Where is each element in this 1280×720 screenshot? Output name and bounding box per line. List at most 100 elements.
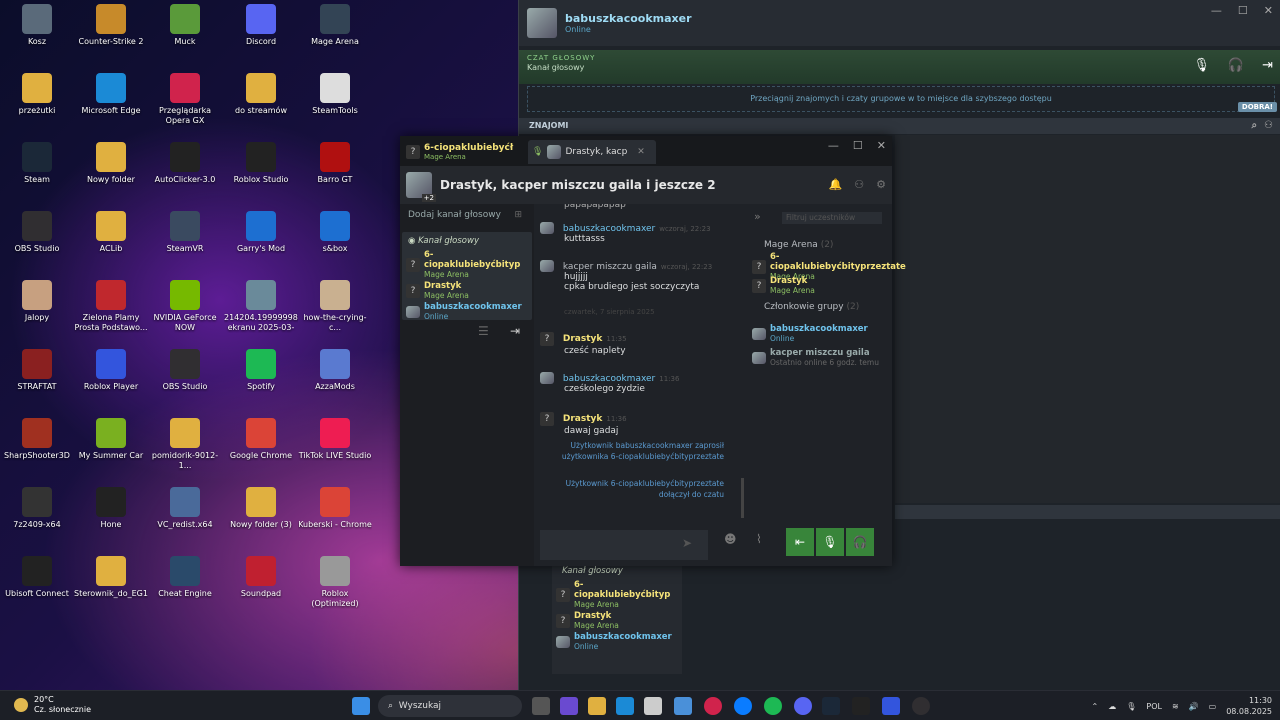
desktop-icon[interactable]: Discord [224,0,298,47]
add-voice-channel[interactable]: Dodaj kanał głosowy ⊞ [408,210,532,220]
maximize-icon[interactable]: ☐ [1238,4,1248,17]
opera-gx-icon[interactable] [704,697,722,715]
message-author[interactable]: Drastyk [563,334,603,344]
desktop-icon[interactable]: Sterownik_do_EG1... [74,552,148,599]
leave-voice-button[interactable]: ⇤ [786,528,814,556]
favorites-dropzone[interactable]: Przeciągnij znajomych i czaty grupowe w … [527,86,1275,112]
scrollbar[interactable] [741,478,744,518]
headphones-icon[interactable]: 🎧 [1228,58,1244,73]
leave-channel-icon[interactable]: ⇥ [510,324,520,338]
friends-section-header[interactable]: ZNAJOMI ⌕ ⚇ [519,118,1280,134]
tab-group-chat[interactable]: 🎙 Drastyk, kacp ✕ [528,140,656,164]
desktop-icon[interactable]: VC_redist.x64 [148,483,222,530]
desktop-icon[interactable]: STRAFTAT [0,345,74,392]
desktop-icon[interactable]: s&box [298,207,372,254]
member-item[interactable]: babuszkacookmaxer Online [752,324,892,343]
desktop-icon[interactable]: Ubisoft Connect [0,552,74,599]
wifi-icon[interactable]: ≋ [1172,702,1179,711]
desktop-icon[interactable]: SharpShooter3D [0,414,74,461]
language-indicator[interactable]: POL [1146,702,1162,711]
desktop-icon[interactable]: OBS Studio [148,345,222,392]
mail-icon[interactable] [674,697,692,715]
taskbar-search[interactable]: ⌕ Wyszukaj [378,695,522,717]
add-friend-icon[interactable]: ⚇ [1264,120,1273,131]
desktop-icon[interactable]: NVIDIA GeForce NOW [148,276,222,333]
desktop-icon[interactable]: Soundpad [224,552,298,599]
close-tab-icon[interactable]: ✕ [637,147,645,157]
desktop-icon[interactable]: Nowy folder [74,138,148,185]
desktop-icon[interactable]: 7z2409-x64 [0,483,74,530]
desktop-icon[interactable]: Kosz [0,0,74,47]
desktop-icon[interactable]: Muck [148,0,222,47]
collapse-icon[interactable]: » [754,210,761,223]
desktop-icon[interactable]: Przeglądarka Opera GX [148,69,222,126]
clock[interactable]: 11:30 08.08.2025 [1226,695,1272,717]
weather-widget[interactable]: 20°C Cz. słonecznie [14,695,91,715]
desktop-icon[interactable]: how-the-crying-c... [298,276,372,333]
desktop-icon[interactable]: Google Chrome [224,414,298,461]
desktop-icon[interactable]: Cheat Engine [148,552,222,599]
desktop-icon[interactable]: Garry's Mod [224,207,298,254]
message-author[interactable]: Drastyk [563,414,603,424]
maximize-icon[interactable]: ☐ [853,139,863,152]
voice-channel-box[interactable]: ◉ Kanał głosowy ? 6-ciopaklubiebyćbityp Ma… [402,232,532,321]
desktop-icon[interactable]: My Summer Car [74,414,148,461]
desktop-icon[interactable]: Nowy folder (3) [224,483,298,530]
messenger-icon[interactable] [734,697,752,715]
member-item[interactable]: babuszkacookmaxer Online [556,632,678,651]
member-item[interactable]: ? Drastyk Mage Arena [406,281,528,300]
obs-icon[interactable] [912,697,930,715]
desktop-icon[interactable]: AzzaMods [298,345,372,392]
message-author[interactable]: babuszkacookmaxer [563,374,655,384]
copilot-icon[interactable] [560,697,578,715]
edge-icon[interactable] [616,697,634,715]
close-icon[interactable]: ✕ [1264,4,1273,17]
battery-icon[interactable]: ▭ [1209,702,1217,711]
leave-voice-icon[interactable]: ⇥ [1262,58,1273,73]
avatar[interactable] [527,8,557,38]
attach-icon[interactable]: ⌇ [756,532,762,546]
chevron-up-icon[interactable]: ⌃ [1092,702,1099,711]
add-voice-icon[interactable]: ⊞ [514,210,522,220]
cloud-icon[interactable]: ☁ [1108,702,1116,711]
member-item[interactable]: ? Drastyk Mage Arena [556,611,678,630]
desktop-icon[interactable]: TikTok LIVE Studio [298,414,372,461]
spotify-icon[interactable] [764,697,782,715]
group-chats-bar[interactable] [895,505,1280,519]
task-view-icon[interactable] [532,697,550,715]
member-item[interactable]: kacper miszczu gaila Ostatnio online 6 go… [752,348,892,367]
close-icon[interactable]: ✕ [877,139,886,152]
member-search-input[interactable]: Filtruj uczestników [782,212,882,224]
desktop-icon[interactable]: Microsoft Edge [74,69,148,116]
desktop-icon[interactable]: Spotify [224,345,298,392]
desktop-icon[interactable]: OBS Studio [0,207,74,254]
microphone-icon[interactable]: 🎙 [1193,58,1210,73]
desktop-icon[interactable]: AutoClicker-3.0 [148,138,222,185]
desktop-icon[interactable]: Counter-Strike 2 [74,0,148,47]
desktop-icon[interactable]: Zielona Plamy Prosta Podstawo... [74,276,148,333]
desktop-icon[interactable]: Mage Arena [298,0,372,47]
message-author[interactable]: babuszkacookmaxer [563,224,655,234]
minimize-icon[interactable]: — [828,139,839,152]
hone-icon[interactable] [852,697,870,715]
desktop-icon[interactable]: 214204.199999988... ekranu 2025-03-2... [224,276,298,333]
desktop-icon[interactable]: Steam [0,138,74,185]
desktop-icon[interactable]: Barro GT [298,138,372,185]
member-item[interactable]: babuszkacookmaxer Online [406,302,528,321]
file-explorer-icon[interactable] [588,697,606,715]
headphones-button[interactable]: 🎧 [846,528,874,556]
message-author[interactable]: kacper miszczu gaila [563,262,657,272]
user-name[interactable]: babuszkacookmaxer [565,12,692,25]
send-icon[interactable]: ➤ [682,536,692,550]
channel-settings-icon[interactable]: ☰ [478,324,489,338]
desktop-icon[interactable]: ACLib [74,207,148,254]
desktop-icon[interactable]: pomidorik-9012-1... [148,414,222,471]
bell-icon[interactable]: 🔔 [829,178,843,191]
dobra-button[interactable]: DOBRA! [1237,102,1277,112]
steam-icon[interactable] [822,697,840,715]
member-item[interactable]: ? 6-ciopaklubiebyćbityp Mage Arena [556,580,678,609]
roblox-icon[interactable] [882,697,900,715]
desktop-icon[interactable]: Roblox (Optimized) [298,552,372,609]
desktop-icon[interactable]: Roblox Player [74,345,148,392]
desktop-icon[interactable]: przeżutki [0,69,74,116]
